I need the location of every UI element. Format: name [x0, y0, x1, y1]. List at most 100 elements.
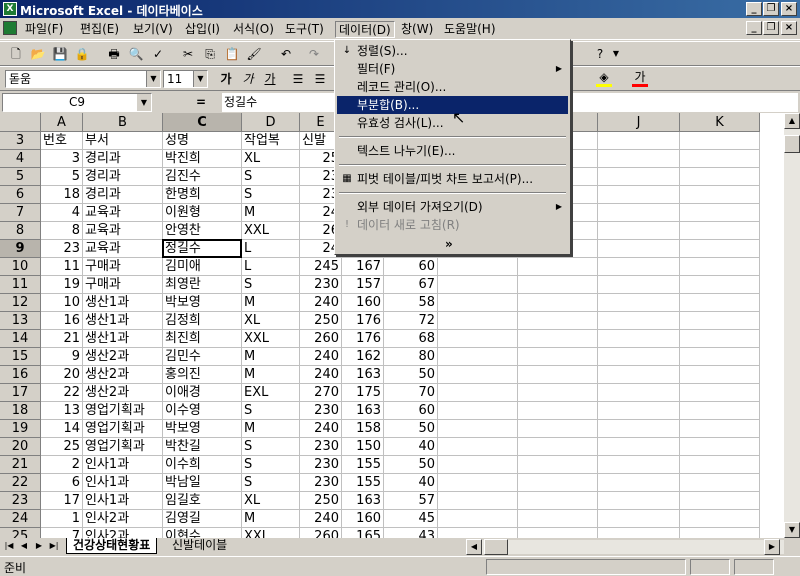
table-cell[interactable]: M: [242, 420, 300, 438]
column-header-a[interactable]: A: [41, 113, 83, 132]
menu-window[interactable]: 창(W): [398, 21, 436, 38]
row-header[interactable]: 23: [0, 492, 41, 510]
scroll-up-icon[interactable]: ▲: [784, 113, 800, 129]
table-cell[interactable]: 인사2과: [83, 510, 163, 528]
table-cell[interactable]: [680, 312, 760, 330]
table-cell[interactable]: 50: [384, 366, 438, 384]
row-header[interactable]: 11: [0, 276, 41, 294]
row-header[interactable]: 14: [0, 330, 41, 348]
vertical-scrollbar[interactable]: ▲ ▼: [784, 113, 800, 538]
table-cell[interactable]: 부서: [83, 132, 163, 150]
next-sheet-icon[interactable]: ▶: [32, 539, 46, 553]
table-cell[interactable]: S: [242, 186, 300, 204]
table-cell[interactable]: 72: [384, 312, 438, 330]
table-cell[interactable]: [438, 420, 518, 438]
table-cell[interactable]: 230: [300, 456, 342, 474]
table-cell[interactable]: XXL: [242, 330, 300, 348]
table-cell[interactable]: [598, 276, 680, 294]
table-cell[interactable]: [680, 132, 760, 150]
table-cell[interactable]: 최영란: [163, 276, 242, 294]
table-cell[interactable]: 162: [342, 348, 384, 366]
menu-help[interactable]: 도움말(H): [441, 21, 499, 38]
menu-tools[interactable]: 도구(T): [282, 21, 327, 38]
table-cell[interactable]: 영업기획과: [83, 402, 163, 420]
table-cell[interactable]: L: [242, 258, 300, 276]
table-cell[interactable]: [438, 384, 518, 402]
table-cell[interactable]: 50: [384, 456, 438, 474]
table-cell[interactable]: [438, 348, 518, 366]
table-cell[interactable]: 경리과: [83, 150, 163, 168]
table-cell[interactable]: [680, 150, 760, 168]
save-icon[interactable]: 💾: [50, 45, 70, 63]
table-cell[interactable]: 40: [384, 474, 438, 492]
table-cell[interactable]: [598, 240, 680, 258]
table-cell[interactable]: 23: [41, 240, 83, 258]
menu-edit[interactable]: 편집(E): [77, 21, 122, 38]
row-header[interactable]: 13: [0, 312, 41, 330]
table-cell[interactable]: [680, 294, 760, 312]
row-header[interactable]: 6: [0, 186, 41, 204]
font-name-select[interactable]: 돋움 ▼: [5, 70, 161, 88]
table-cell[interactable]: [598, 456, 680, 474]
table-cell[interactable]: 이현수: [163, 528, 242, 538]
table-cell[interactable]: 박보영: [163, 294, 242, 312]
table-cell[interactable]: [598, 168, 680, 186]
name-box[interactable]: C9 ▼: [2, 93, 152, 112]
table-cell[interactable]: 14: [41, 420, 83, 438]
table-cell[interactable]: 260: [300, 330, 342, 348]
table-cell[interactable]: [680, 348, 760, 366]
table-cell[interactable]: 구매과: [83, 258, 163, 276]
table-cell[interactable]: 인사1과: [83, 492, 163, 510]
table-cell[interactable]: 김영길: [163, 510, 242, 528]
table-cell[interactable]: 구매과: [83, 276, 163, 294]
table-cell[interactable]: [518, 366, 598, 384]
table-cell[interactable]: 8: [41, 222, 83, 240]
permission-icon[interactable]: 🔒: [72, 45, 92, 63]
row-header[interactable]: 12: [0, 294, 41, 312]
table-cell[interactable]: 163: [342, 366, 384, 384]
table-cell[interactable]: [680, 222, 760, 240]
menu-item-pivot-table[interactable]: ▦ 피벗 테이블/피벗 차트 보고서(P)...: [337, 170, 568, 188]
table-cell[interactable]: [438, 312, 518, 330]
table-cell[interactable]: 2: [41, 456, 83, 474]
table-cell[interactable]: 경리과: [83, 186, 163, 204]
row-header[interactable]: 24: [0, 510, 41, 528]
table-cell[interactable]: [598, 348, 680, 366]
table-cell[interactable]: 160: [342, 294, 384, 312]
table-cell[interactable]: 임길호: [163, 492, 242, 510]
table-cell[interactable]: 45: [384, 510, 438, 528]
format-painter-icon[interactable]: 🖌: [244, 45, 264, 63]
last-sheet-icon[interactable]: ▶|: [47, 539, 61, 553]
scroll-left-icon[interactable]: ◀: [466, 539, 482, 555]
workbook-icon[interactable]: [3, 21, 17, 35]
table-cell[interactable]: 158: [342, 420, 384, 438]
menu-item-import-external-data[interactable]: 외부 데이터 가져오기(D) ▶: [337, 198, 568, 216]
fill-color-icon[interactable]: ◈: [594, 70, 614, 88]
table-cell[interactable]: 박찬길: [163, 438, 242, 456]
table-cell[interactable]: [680, 492, 760, 510]
doc-minimize-button[interactable]: _: [746, 21, 762, 35]
table-cell[interactable]: [518, 348, 598, 366]
table-cell[interactable]: M: [242, 510, 300, 528]
print-preview-icon[interactable]: 🔍: [126, 45, 146, 63]
table-cell[interactable]: 생산1과: [83, 312, 163, 330]
table-cell[interactable]: [598, 258, 680, 276]
table-cell[interactable]: S: [242, 456, 300, 474]
table-cell[interactable]: [438, 294, 518, 312]
font-size-select[interactable]: 11 ▼: [163, 70, 208, 88]
table-cell[interactable]: 경리과: [83, 168, 163, 186]
table-cell[interactable]: 163: [342, 492, 384, 510]
table-cell[interactable]: [438, 276, 518, 294]
table-cell[interactable]: [598, 474, 680, 492]
row-header[interactable]: 20: [0, 438, 41, 456]
row-header[interactable]: 4: [0, 150, 41, 168]
row-header[interactable]: 25: [0, 528, 41, 538]
table-cell[interactable]: [598, 150, 680, 168]
table-cell[interactable]: [438, 456, 518, 474]
align-center-icon[interactable]: ☰: [310, 70, 330, 88]
row-header[interactable]: 18: [0, 402, 41, 420]
menu-item-refresh-data[interactable]: ! 데이터 새로 고침(R): [337, 216, 568, 234]
row-header[interactable]: 9: [0, 240, 41, 258]
table-cell[interactable]: [680, 258, 760, 276]
copy-icon[interactable]: ⎘: [200, 45, 220, 63]
